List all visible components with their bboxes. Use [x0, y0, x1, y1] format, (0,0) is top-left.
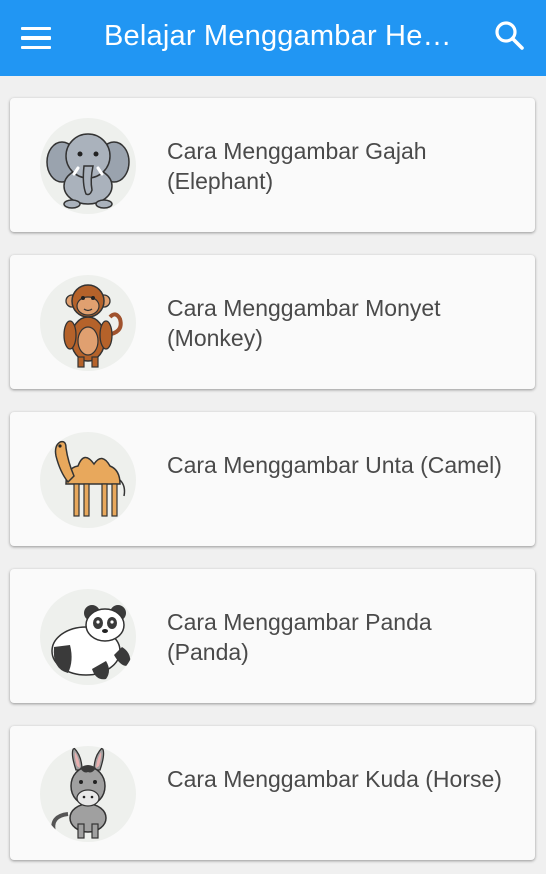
list-item-elephant[interactable]: Cara Menggambar Gajah (Elephant) — [10, 98, 535, 232]
list-item-label: Cara Menggambar Gajah (Elephant) — [167, 138, 427, 194]
app-bar: Belajar Menggambar Hewan — [0, 0, 546, 76]
horse-icon — [40, 746, 136, 842]
list-item-label: Cara Menggambar Kuda (Horse) — [167, 766, 502, 792]
monkey-icon — [40, 275, 136, 371]
list-item-label: Cara Menggambar Monyet (Monkey) — [167, 295, 441, 351]
list-item-horse[interactable]: Cara Menggambar Kuda (Horse) — [10, 726, 535, 860]
panda-icon — [40, 589, 136, 685]
hamburger-menu-icon[interactable] — [16, 18, 56, 58]
list-item-label: Cara Menggambar Unta (Camel) — [167, 452, 502, 478]
list-item-label: Cara Menggambar Panda (Panda) — [167, 609, 432, 665]
app-title: Belajar Menggambar Hewan — [104, 20, 454, 52]
camel-icon — [40, 432, 136, 528]
elephant-icon — [40, 118, 136, 214]
list-item-monkey[interactable]: Cara Menggambar Monyet (Monkey) — [10, 255, 535, 389]
list-item-panda[interactable]: Cara Menggambar Panda (Panda) — [10, 569, 535, 703]
search-icon[interactable] — [490, 16, 530, 56]
list-item-camel[interactable]: Cara Menggambar Unta (Camel) — [10, 412, 535, 546]
